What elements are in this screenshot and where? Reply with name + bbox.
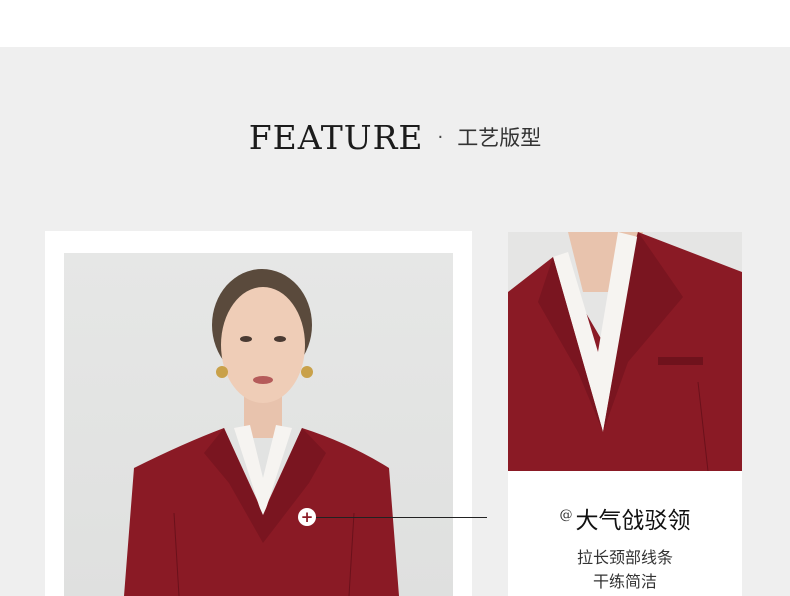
callout-connector-line bbox=[316, 517, 487, 518]
feature-title-text: 大气戗驳领 bbox=[575, 508, 691, 534]
heading-english: FEATURE bbox=[248, 117, 424, 157]
lapel-closeup-photo bbox=[508, 232, 742, 471]
model-photo bbox=[64, 253, 453, 596]
feature-description-line-2: 干练简洁 bbox=[592, 572, 657, 591]
feature-description-panel: @ 大气戗驳领 拉长颈部线条 干练简洁 bbox=[508, 471, 742, 596]
feature-description-line-1: 拉长颈部线条 bbox=[576, 548, 673, 567]
section-heading: FEATURE · 工艺版型 bbox=[0, 112, 790, 162]
heading-chinese: 工艺版型 bbox=[457, 126, 542, 150]
plus-icon[interactable]: + bbox=[298, 508, 316, 526]
feature-marker: @ bbox=[559, 508, 573, 524]
feature-title: @ 大气戗驳领 bbox=[508, 501, 742, 535]
heading-separator: · bbox=[437, 126, 444, 148]
